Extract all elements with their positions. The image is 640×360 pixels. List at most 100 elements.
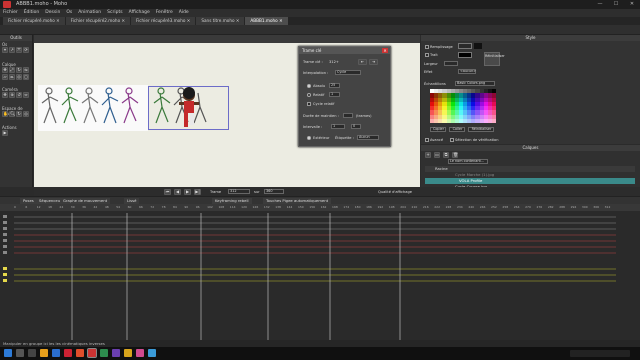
camera-track-icon[interactable]: ✥	[2, 92, 8, 98]
track-channel-icon[interactable]	[3, 227, 7, 230]
timeline-ruler[interactable]: 0 6 12 18 24 30 36 42 48 54 60 66 72 78 84 90 96 102 108 11…	[0, 204, 640, 211]
brush-icon[interactable]	[474, 43, 482, 49]
stroke-checkbox[interactable]	[425, 53, 429, 57]
camera-pan-icon[interactable]: ⇔	[23, 92, 29, 98]
menu-window[interactable]: Fenêtre	[156, 9, 173, 17]
track-channel-icon[interactable]	[3, 239, 7, 242]
doc-tab[interactable]: Fichier récupéré2.moho ✕	[65, 17, 130, 25]
hand-icon[interactable]: ✋	[2, 111, 8, 117]
cycle-checkbox[interactable]	[307, 102, 311, 106]
moho-taskbar-icon[interactable]	[87, 348, 97, 358]
doc-tab[interactable]: Sans titre.moho ✕	[196, 17, 245, 25]
reset-style-button[interactable]: Réinitialiser	[484, 52, 505, 66]
menu-draw[interactable]: Dessin	[45, 9, 60, 17]
delete-icon[interactable]: 🗑︎	[452, 152, 458, 158]
paste-button[interactable]: Coller	[449, 127, 465, 132]
fill-checkbox[interactable]	[425, 45, 429, 49]
system-tray[interactable]	[570, 350, 630, 357]
track-channel-icon[interactable]	[3, 215, 7, 218]
doc-tab-active[interactable]: ABBB1.moho ✕	[245, 17, 288, 25]
browser-icon[interactable]	[52, 349, 60, 357]
rotate-view-icon[interactable]: ↻	[16, 111, 22, 117]
absolute-radio[interactable]	[307, 84, 311, 88]
interval-field-2[interactable]: 0	[351, 124, 361, 129]
character-figure[interactable]	[174, 87, 204, 131]
color-swatch[interactable]	[491, 118, 496, 123]
rotate-icon[interactable]: ↻	[16, 67, 22, 73]
keyframe-next-icon[interactable]: ⇥	[369, 59, 378, 65]
copy-button[interactable]: Copier	[430, 127, 446, 132]
search-icon[interactable]	[16, 349, 24, 357]
start-icon[interactable]	[4, 349, 12, 357]
prev-frame-icon[interactable]: ◀	[174, 189, 181, 195]
orbit-view-icon[interactable]: ◎	[23, 111, 29, 117]
duration-field[interactable]	[343, 113, 353, 118]
doc-tab[interactable]: Fichier récupéré.moho ✕	[3, 17, 65, 25]
stroke-color-swatch[interactable]	[458, 52, 472, 58]
interpolation-select[interactable]: Cycle	[335, 70, 361, 75]
verify-checkbox[interactable]	[450, 138, 454, 142]
camera-roll-icon[interactable]: ↺	[16, 92, 22, 98]
menu-view[interactable]: Affichage	[129, 9, 150, 17]
duplicate-icon[interactable]: ⧉	[443, 152, 449, 158]
translate-icon[interactable]: ✥	[2, 67, 8, 73]
flip-icon[interactable]: ⇋	[23, 67, 29, 73]
track-channel-icon[interactable]	[3, 251, 7, 254]
first-frame-icon[interactable]: ⏮	[164, 189, 171, 195]
frame-field[interactable]: 312	[228, 189, 250, 194]
maximize-button[interactable]: ☐	[608, 0, 624, 9]
absolute-field[interactable]: 25	[329, 83, 340, 88]
app-icon[interactable]	[76, 349, 84, 357]
fill-color-swatch[interactable]	[458, 43, 472, 49]
doc-tab[interactable]: Fichier récupéré3.moho ✕	[130, 17, 196, 25]
interval-field[interactable]: 1	[331, 124, 345, 129]
menu-animation[interactable]: Animation	[78, 9, 101, 17]
layer-search-field[interactable]: Le nom contenant...	[448, 159, 488, 164]
total-frames-field[interactable]: 360	[264, 189, 284, 194]
width-field[interactable]	[444, 61, 458, 66]
app-icon[interactable]	[64, 349, 72, 357]
reset-button[interactable]: Réinitialiser	[468, 127, 494, 132]
app-icon[interactable]	[136, 349, 144, 357]
folder-icon[interactable]: ▭	[434, 152, 440, 158]
next-frame-icon[interactable]: ▶|	[194, 189, 201, 195]
app-icon[interactable]	[148, 349, 156, 357]
dialog-close-button[interactable]: ✕	[382, 48, 388, 53]
camera-zoom-icon[interactable]: ⊕	[9, 92, 15, 98]
bone-tool-icon[interactable]: ⌖	[2, 47, 8, 53]
relative-field[interactable]: 1	[329, 92, 340, 97]
bone-tool-icon[interactable]: ↗	[9, 47, 15, 53]
tag-select[interactable]: Aucun	[357, 135, 379, 140]
shear-icon[interactable]: ▱	[2, 74, 8, 80]
menu-bone[interactable]: Os	[66, 9, 72, 17]
scale-icon[interactable]: ⤢	[9, 67, 15, 73]
select-icon[interactable]: ▢	[23, 74, 29, 80]
ease-radio[interactable]	[307, 136, 311, 140]
quality-label[interactable]: Qualité d'affichage	[378, 190, 412, 194]
relative-radio[interactable]	[307, 93, 311, 97]
track-channel-icon[interactable]	[3, 273, 7, 276]
task-view-icon[interactable]	[28, 349, 36, 357]
bone-tool-icon[interactable]: ⟳	[23, 47, 29, 53]
minimize-button[interactable]: —	[592, 0, 608, 9]
track-channel-icon[interactable]	[3, 221, 7, 224]
track-channel-icon[interactable]	[3, 245, 7, 248]
perspective-icon[interactable]: ⏢	[9, 74, 15, 80]
track-channel-icon[interactable]	[3, 279, 7, 282]
app-icon[interactable]	[112, 349, 120, 357]
menu-help[interactable]: Aide	[179, 9, 189, 17]
keyframe-prev-icon[interactable]: ⇤	[358, 59, 367, 65]
zoom-icon[interactable]: 🔍︎	[9, 111, 15, 117]
new-layer-icon[interactable]: +	[425, 152, 431, 158]
close-window-button[interactable]: ✕	[624, 0, 640, 9]
action-icon[interactable]: ▶	[2, 130, 8, 136]
orbit-icon[interactable]: ◎	[16, 74, 22, 80]
bone-tool-icon[interactable]: ⤧	[16, 47, 22, 53]
color-swatch-grid[interactable]	[430, 89, 496, 123]
menu-file[interactable]: Fichier	[3, 9, 18, 17]
menu-edit[interactable]: Édition	[24, 9, 40, 17]
track-channel-icon[interactable]	[3, 267, 7, 270]
effect-select[interactable]: <aucun>	[458, 69, 476, 74]
menu-scripts[interactable]: Scripts	[107, 9, 122, 17]
app-icon[interactable]	[100, 349, 108, 357]
